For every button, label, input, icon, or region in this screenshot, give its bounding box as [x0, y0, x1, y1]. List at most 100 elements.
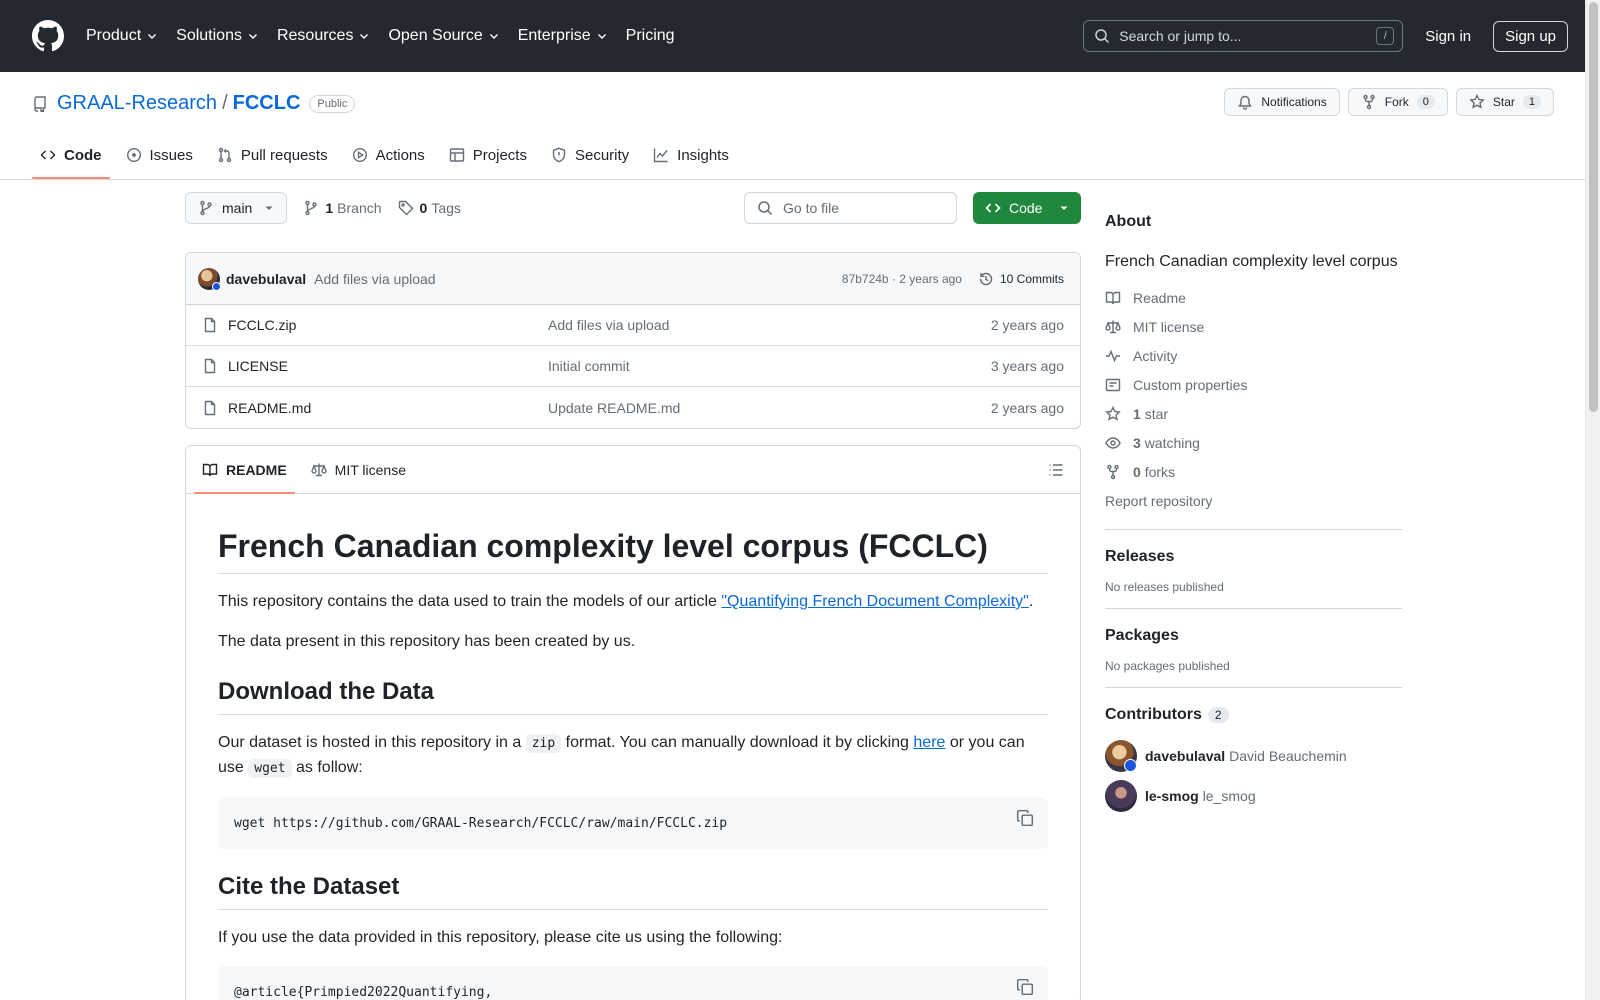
readme-intro: This repository contains the data used t… — [218, 593, 1034, 610]
commits-history-link[interactable]: 10 Commits — [978, 271, 1064, 287]
article-link[interactable]: "Quantifying French Document Complexity" — [721, 593, 1028, 610]
tab-pull-requests[interactable]: Pull requests — [209, 131, 336, 179]
file-commit-message[interactable]: Add files via upload — [548, 317, 991, 333]
caret-down-icon — [265, 206, 273, 210]
book-icon — [1105, 291, 1121, 304]
contributors-heading[interactable]: Contributors — [1105, 706, 1202, 723]
code-dropdown-button[interactable]: Code — [973, 192, 1081, 224]
tab-readme[interactable]: README — [194, 446, 295, 494]
about-item-watching[interactable]: 3 watching — [1105, 428, 1402, 457]
about-item-readme[interactable]: Readme — [1105, 283, 1402, 312]
packages-empty: No packages published — [1105, 659, 1230, 673]
file-icon — [204, 400, 216, 415]
about-list: Readme MIT license Activity Custom properti… — [1105, 283, 1402, 486]
branches-link[interactable]: 1 Branch — [303, 200, 382, 216]
notifications-button[interactable]: Notifications — [1224, 88, 1340, 116]
book-icon — [202, 463, 218, 476]
packages-heading[interactable]: Packages — [1105, 627, 1402, 645]
contributor-item[interactable]: davebulaval David Beauchemin — [1105, 740, 1402, 772]
about-item-star[interactable]: 1 star — [1105, 399, 1402, 428]
file-name-link[interactable]: LICENSE — [228, 358, 548, 374]
outline-button[interactable] — [1048, 446, 1072, 493]
nav-product[interactable]: Product — [86, 27, 158, 45]
about-item-forks[interactable]: 0 forks — [1105, 457, 1402, 486]
commit-author-link[interactable]: davebulaval — [226, 271, 306, 287]
star-button[interactable]: Star 1 — [1455, 88, 1554, 116]
global-header: Product Solutions Resources Open Source Ente… — [0, 0, 1600, 72]
file-name-link[interactable]: FCCLC.zip — [228, 317, 548, 333]
sign-up-button[interactable]: Sign up — [1493, 20, 1568, 52]
play-icon — [352, 147, 367, 163]
nav-solutions[interactable]: Solutions — [176, 27, 259, 45]
readme-title: French Canadian complexity level corpus … — [218, 528, 1048, 574]
issue-icon — [126, 147, 141, 163]
go-to-file-input[interactable]: Go to file — [744, 192, 957, 224]
table-row[interactable]: FCCLC.zip Add files via upload 2 years ago — [186, 305, 1080, 346]
about-item-mit-license[interactable]: MIT license — [1105, 312, 1402, 341]
tags-link[interactable]: 0 Tags — [398, 200, 461, 216]
about-description: French Canadian complexity level corpus — [1105, 253, 1398, 270]
tab-issues[interactable]: Issues — [118, 131, 201, 179]
table-row[interactable]: README.md Update README.md 2 years ago — [186, 387, 1080, 428]
file-commit-message[interactable]: Initial commit — [548, 358, 991, 374]
tab-insights[interactable]: Insights — [645, 131, 737, 179]
branch-selector[interactable]: main — [185, 192, 288, 224]
code-icon — [985, 203, 1001, 213]
table-row[interactable]: LICENSE Initial commit 3 years ago — [186, 346, 1080, 387]
about-heading: About — [1105, 213, 1152, 230]
file-age: 3 years ago — [990, 358, 1064, 374]
scrollbar-thumb[interactable] — [1589, 2, 1598, 412]
repo-owner-link[interactable]: GRAAL-Research — [57, 92, 217, 115]
nav-pricing[interactable]: Pricing — [626, 27, 675, 45]
tab-security[interactable]: Security — [543, 131, 637, 179]
tab-projects[interactable]: Projects — [441, 131, 535, 179]
about-item-activity[interactable]: Activity — [1105, 341, 1402, 370]
readme-panel: README MIT license French Canadian compl… — [185, 445, 1081, 1000]
file-commit-message[interactable]: Update README.md — [548, 400, 991, 416]
tab-license-label: MIT license — [334, 461, 406, 478]
avatar[interactable] — [1105, 780, 1137, 812]
commit-message-link[interactable]: Add files via upload — [314, 271, 435, 287]
repo-name-link[interactable]: FCCLC — [233, 92, 301, 115]
nav-open-source[interactable]: Open Source — [388, 27, 499, 45]
nav-enterprise[interactable]: Enterprise — [518, 27, 608, 45]
avatar[interactable] — [1105, 740, 1137, 772]
global-nav: Product Solutions Resources Open Source Ente… — [86, 27, 693, 45]
file-age: 2 years ago — [990, 399, 1064, 416]
tab-actions[interactable]: Actions — [344, 131, 433, 179]
report-repository-link[interactable]: Report repository — [1105, 486, 1402, 515]
fork-icon — [1363, 94, 1375, 110]
fork-icon — [1107, 464, 1119, 479]
tab-code[interactable]: Code — [32, 131, 110, 179]
heading-cite: Cite the Dataset — [218, 873, 1048, 910]
github-logo-icon[interactable] — [32, 20, 64, 52]
tag-count: 0 — [419, 200, 428, 216]
sign-in-link[interactable]: Sign in — [1425, 28, 1471, 45]
copy-icon[interactable] — [1016, 809, 1034, 827]
repo-separator: / — [222, 92, 228, 114]
branch-name: main — [222, 200, 253, 216]
copy-icon[interactable] — [1016, 978, 1034, 996]
file-name-link[interactable]: README.md — [228, 400, 548, 416]
avatar[interactable] — [198, 267, 221, 291]
releases-heading[interactable]: Releases — [1105, 548, 1402, 566]
main-content: main 1 Branch 0 Tags Go to file Code dav… — [185, 180, 1081, 1000]
contributor-login: davebulaval — [1145, 748, 1226, 764]
about-item-custom-properties[interactable]: Custom properties — [1105, 370, 1402, 399]
tab-license[interactable]: MIT license — [303, 446, 414, 493]
commit-sha-time[interactable]: 87b724b · 2 years ago — [842, 272, 962, 286]
fork-count: 0 — [1416, 95, 1435, 109]
page-scrollbar[interactable] — [1585, 0, 1600, 1000]
inline-code-zip: zip — [525, 734, 562, 753]
contributor-item[interactable]: le-smog le_smog — [1105, 780, 1402, 812]
file-browser: davebulaval Add files via upload 87b724b… — [185, 252, 1081, 429]
repo-tabs: Code Issues Pull requests Actions Projects Se… — [32, 131, 745, 179]
nav-resources[interactable]: Resources — [277, 27, 370, 45]
fork-button[interactable]: Fork 0 — [1347, 88, 1448, 116]
global-search-input[interactable]: Search or jump to... / — [1083, 20, 1404, 52]
file-icon — [204, 317, 216, 333]
tab-readme-label: README — [226, 461, 287, 478]
download-here-link[interactable]: here — [913, 734, 945, 751]
caret-down-icon — [1060, 206, 1068, 210]
repo-header: GRAAL-Research / FCCLC Public Notificati… — [0, 72, 1600, 180]
